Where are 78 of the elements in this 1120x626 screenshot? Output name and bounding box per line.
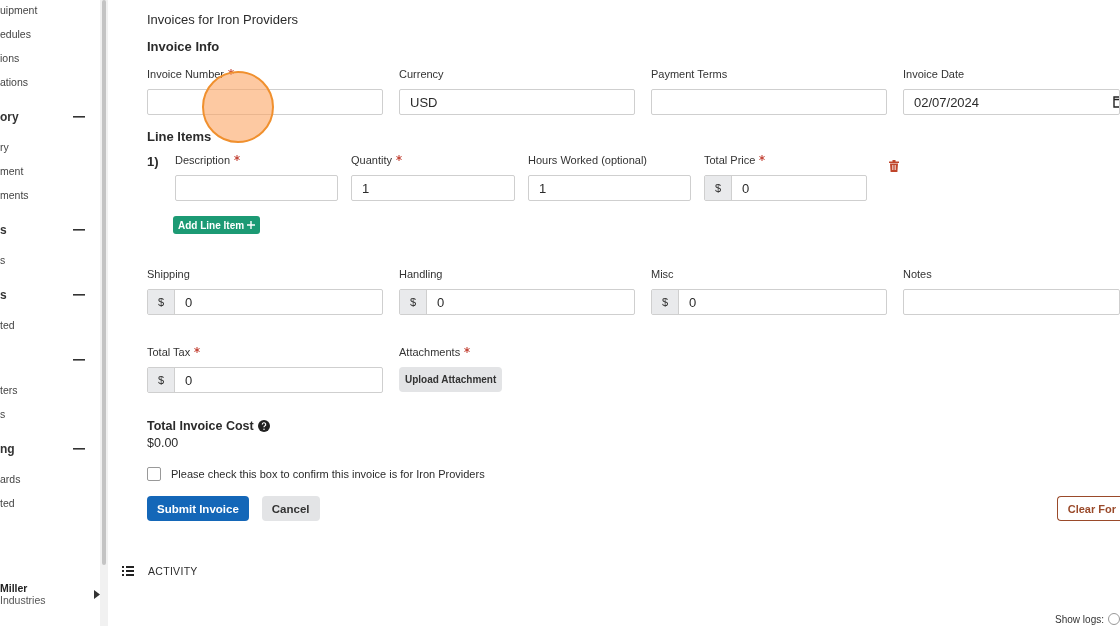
field-label: Hours Worked (optional) <box>528 154 647 166</box>
text-field[interactable]: 1 <box>528 175 691 201</box>
confirm-label: Please check this box to confirm this invoice is for Iron Providers <box>171 468 485 480</box>
section-heading: Line Items <box>147 129 213 144</box>
list-icon[interactable] <box>122 566 134 576</box>
help-icon[interactable] <box>257 420 270 432</box>
sidebar-item[interactable]: ment <box>0 165 24 177</box>
collapse-minus-icon[interactable] <box>73 359 85 361</box>
scrollbar-thumb[interactable] <box>102 0 106 565</box>
field-label: Invoice Number <box>147 68 225 80</box>
field-label: Description <box>175 154 231 166</box>
sidebar-item[interactable]: ments <box>0 189 29 201</box>
sidebar-item[interactable]: s <box>0 254 6 266</box>
field-label: Total Price <box>704 154 756 166</box>
field-label: Shipping <box>147 268 190 280</box>
currency-field[interactable]: $ 0 <box>704 175 867 201</box>
sidebar-item[interactable]: ters <box>0 384 18 396</box>
currency-prefix: $ <box>705 176 732 200</box>
field-label: Handling <box>399 268 443 280</box>
sidebar-item[interactable]: s <box>0 408 6 420</box>
text-field[interactable]: 1 <box>351 175 515 201</box>
collapse-minus-icon[interactable] <box>73 448 85 450</box>
currency-prefix: $ <box>148 368 175 392</box>
text-field[interactable] <box>651 89 887 115</box>
date-field[interactable]: 02/07/2024 <box>903 89 1120 115</box>
activity-heading: ACTIVITY <box>148 565 198 577</box>
collapse-minus-icon[interactable] <box>73 116 85 118</box>
field-label: Quantity <box>351 154 392 166</box>
sidebar-section-title[interactable]: s <box>0 288 7 302</box>
sidebar-section-title[interactable]: s <box>0 223 7 237</box>
page-title: Invoices for Iron Providers <box>147 12 299 27</box>
currency-prefix: $ <box>400 290 427 314</box>
user-name: Miller <box>0 582 29 594</box>
clear-form-button[interactable]: Clear For <box>1056 496 1120 521</box>
cancel-button[interactable]: Cancel <box>261 496 320 521</box>
text-field[interactable] <box>147 89 383 115</box>
collapse-minus-icon[interactable] <box>73 294 85 296</box>
sidebar-section-title[interactable]: ory <box>0 110 19 124</box>
field-label: Total Tax <box>147 346 191 358</box>
upload-attachment-button[interactable]: Upload Attachment <box>399 367 503 392</box>
currency-prefix: $ <box>652 290 679 314</box>
text-field[interactable]: USD <box>399 89 635 115</box>
field-label: Misc <box>651 268 674 280</box>
sidebar-item[interactable]: edules <box>0 28 31 40</box>
section-heading: Invoice Info <box>147 39 221 54</box>
sidebar-item[interactable]: ted <box>0 497 15 509</box>
line-item-number: 1) <box>147 154 160 171</box>
sidebar-item[interactable]: ions <box>0 52 20 64</box>
trash-icon[interactable] <box>889 160 899 172</box>
add-line-item-button[interactable]: Add Line Item <box>173 216 261 234</box>
field-label: Attachments <box>399 346 461 358</box>
submit-invoice-button[interactable]: Submit Invoice <box>147 496 249 521</box>
sidebar-item[interactable]: uipment <box>0 4 38 16</box>
confirm-checkbox[interactable] <box>147 467 161 481</box>
field-label: Invoice Date <box>903 68 965 80</box>
currency-field[interactable]: $ 0 <box>147 289 383 315</box>
sidebar-item[interactable]: ted <box>0 319 15 331</box>
sidebar-item[interactable]: ry <box>0 141 9 153</box>
currency-prefix: $ <box>148 290 175 314</box>
calendar-icon[interactable] <box>1113 96 1119 108</box>
currency-field[interactable]: $ 0 <box>147 367 383 393</box>
currency-field[interactable]: $ 0 <box>399 289 635 315</box>
expand-triangle-icon[interactable] <box>94 589 100 599</box>
field-label: Notes <box>903 268 932 280</box>
field-label: Currency <box>399 68 444 80</box>
sidebar-item[interactable]: ards <box>0 473 21 485</box>
sidebar-item[interactable]: ations <box>0 76 29 88</box>
text-field[interactable] <box>175 175 338 201</box>
sidebar-section-title[interactable]: ng <box>0 442 15 456</box>
total-label: Total Invoice Cost <box>147 419 254 433</box>
text-field[interactable] <box>903 289 1120 315</box>
plus-icon <box>247 221 256 229</box>
collapse-minus-icon[interactable] <box>73 229 85 231</box>
user-company: Industries <box>0 594 46 606</box>
total-value: $0.00 <box>147 436 180 450</box>
field-label: Payment Terms <box>651 68 728 80</box>
show-logs-label: Show logs: <box>1055 613 1104 625</box>
currency-field[interactable]: $ 0 <box>651 289 887 315</box>
